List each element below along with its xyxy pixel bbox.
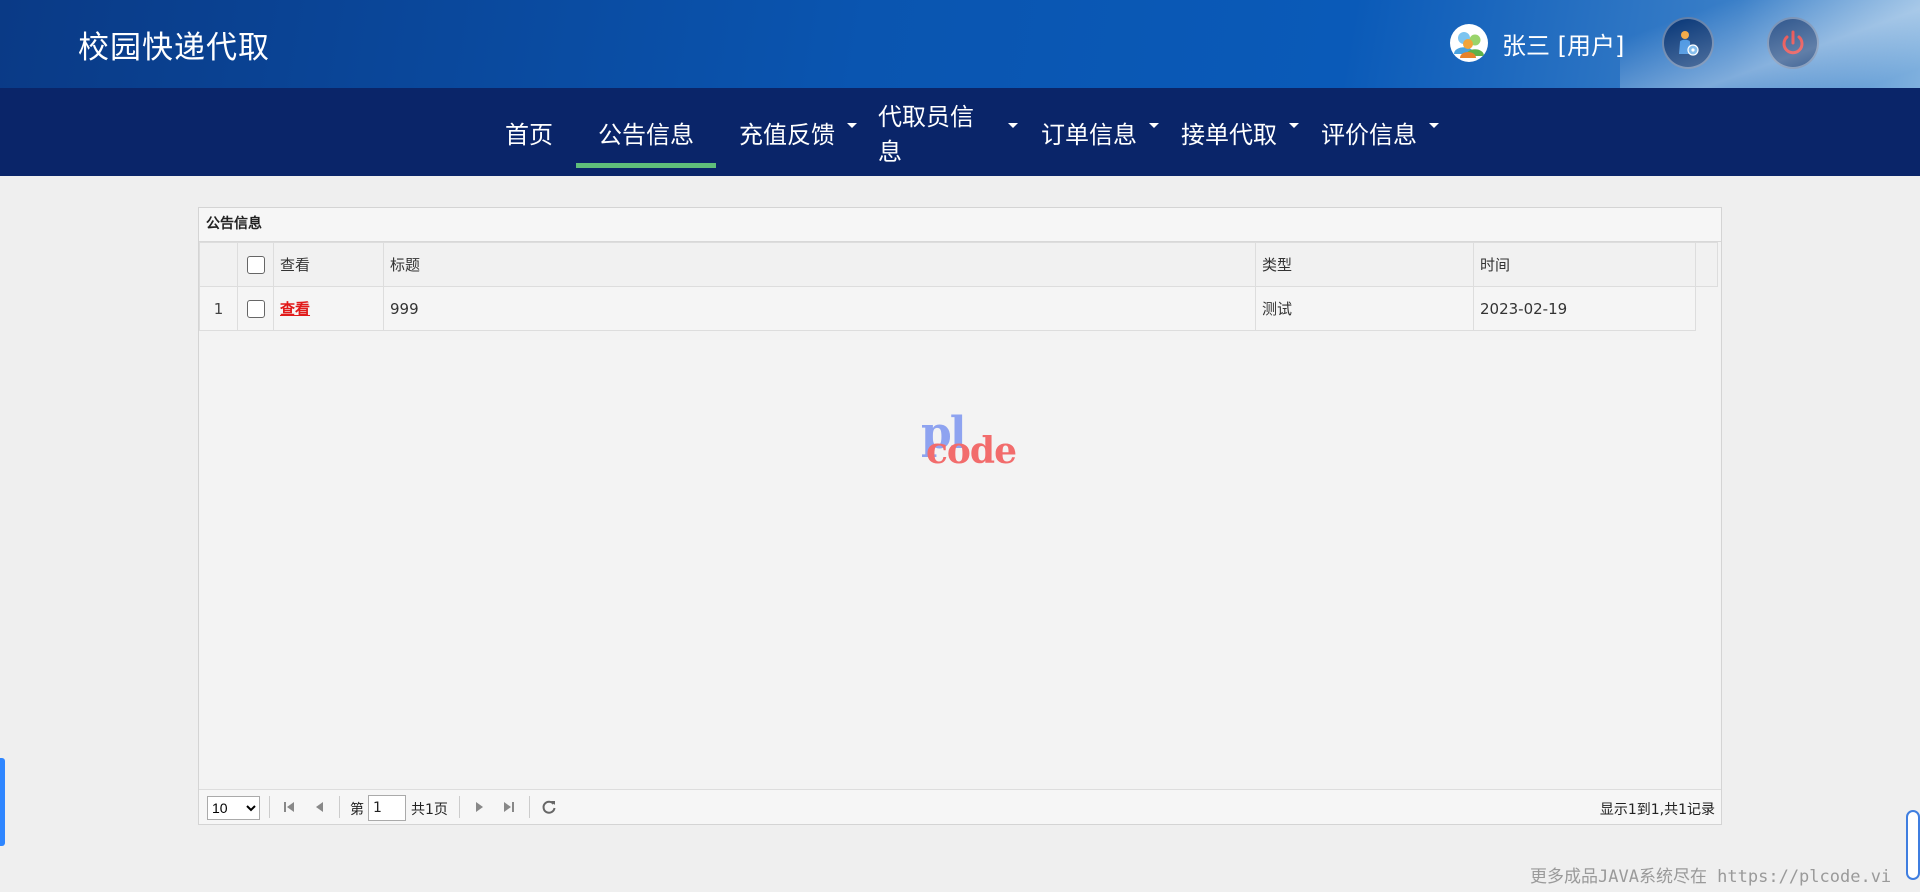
- row-time: 2023-02-19: [1473, 286, 1696, 331]
- row-type: 测试: [1255, 286, 1474, 331]
- chevron-down-icon: [1008, 122, 1018, 128]
- power-icon: [1782, 30, 1804, 55]
- nav-label: 首页: [505, 120, 553, 149]
- pager-divider: [339, 796, 340, 818]
- user-name: 张三 [用户]: [1502, 31, 1625, 60]
- page-number-input[interactable]: 1: [368, 795, 406, 821]
- nav-item-courier-info[interactable]: 代取员信息: [878, 88, 1018, 176]
- notice-panel: 公告信息 查看 标题 类型 时间 1 查看 999 测试 2023-02-19 …: [198, 207, 1722, 825]
- row-spacer: [1696, 287, 1718, 331]
- top-header: 校园快递代取 张三 [用户]: [0, 0, 1920, 88]
- pagination-bar: 10 第 1 共1页 显示1到1,共1记录: [199, 789, 1721, 824]
- next-page-icon[interactable]: [471, 799, 487, 815]
- table-header-row: 查看 标题 类型 时间: [199, 242, 1718, 287]
- nav-item-notice[interactable]: 公告信息: [576, 88, 716, 176]
- footer-note: 更多成品JAVA系统尽在 https://plcode.vi: [1530, 867, 1892, 887]
- row-title: 999: [383, 286, 1256, 331]
- pager-divider: [269, 796, 270, 818]
- chevron-down-icon: [1429, 122, 1439, 128]
- notice-table: 查看 标题 类型 时间 1 查看 999 测试 2023-02-19: [199, 242, 1718, 331]
- column-header-view[interactable]: 查看: [273, 242, 384, 287]
- pager-divider: [529, 796, 530, 818]
- header-spacer: [1695, 242, 1718, 287]
- row-checkbox[interactable]: [246, 299, 265, 318]
- main-nav: 首页 公告信息 充值反馈 代取员信息 订单信息 接单代取 评价信息: [0, 88, 1920, 176]
- nav-label: 订单信息: [1041, 120, 1137, 149]
- nav-item-take-order[interactable]: 接单代取: [1180, 88, 1300, 176]
- column-header-title[interactable]: 标题: [383, 242, 1256, 287]
- nav-label: 充值反馈: [739, 120, 835, 149]
- row-select-cell: [237, 286, 274, 331]
- brand-title: 校园快递代取: [78, 30, 270, 66]
- chevron-down-icon: [1149, 122, 1159, 128]
- chevron-down-icon: [847, 122, 857, 128]
- column-header-time[interactable]: 时间: [1473, 242, 1696, 287]
- nav-label: 评价信息: [1321, 120, 1417, 149]
- row-number: 1: [199, 286, 238, 331]
- column-header-type[interactable]: 类型: [1255, 242, 1474, 287]
- table-row[interactable]: 1 查看 999 测试 2023-02-19: [199, 286, 1718, 331]
- nav-label: 公告信息: [598, 120, 694, 149]
- user-settings-icon: [1679, 31, 1699, 56]
- pager-divider: [459, 796, 460, 818]
- last-page-icon[interactable]: [501, 799, 517, 815]
- select-all-cell: [237, 242, 274, 287]
- nav-label: 接单代取: [1181, 120, 1277, 149]
- first-page-icon[interactable]: [281, 799, 297, 815]
- nav-item-home[interactable]: 首页: [492, 88, 566, 176]
- nav-item-order-info[interactable]: 订单信息: [1040, 88, 1160, 176]
- nav-item-recharge-feedback[interactable]: 充值反馈: [738, 88, 858, 176]
- side-drawer-tab[interactable]: [0, 758, 5, 846]
- users-icon: [1450, 24, 1488, 62]
- rownum-header: [199, 242, 238, 287]
- prev-page-icon[interactable]: [312, 799, 328, 815]
- select-all-checkbox[interactable]: [246, 255, 265, 274]
- nav-item-review-info[interactable]: 评价信息: [1320, 88, 1440, 176]
- row-view-cell: 查看: [273, 286, 384, 331]
- scroll-handle[interactable]: [1906, 810, 1920, 880]
- user-info[interactable]: 张三 [用户]: [1450, 24, 1624, 62]
- watermark-code: code: [926, 430, 1017, 472]
- page-prefix: 第: [350, 802, 364, 818]
- profile-button[interactable]: [1662, 17, 1714, 69]
- view-link[interactable]: 查看: [280, 300, 310, 318]
- nav-label: 代取员信息: [878, 103, 974, 166]
- logout-button[interactable]: [1767, 17, 1819, 69]
- chevron-down-icon: [1289, 122, 1299, 128]
- plcode-watermark: pl code: [921, 408, 1041, 478]
- refresh-icon[interactable]: [541, 799, 557, 815]
- records-info: 显示1到1,共1记录: [1599, 802, 1715, 818]
- total-pages: 共1页: [411, 802, 448, 818]
- page-size-select[interactable]: 10: [207, 796, 260, 820]
- panel-title: 公告信息: [199, 208, 1721, 242]
